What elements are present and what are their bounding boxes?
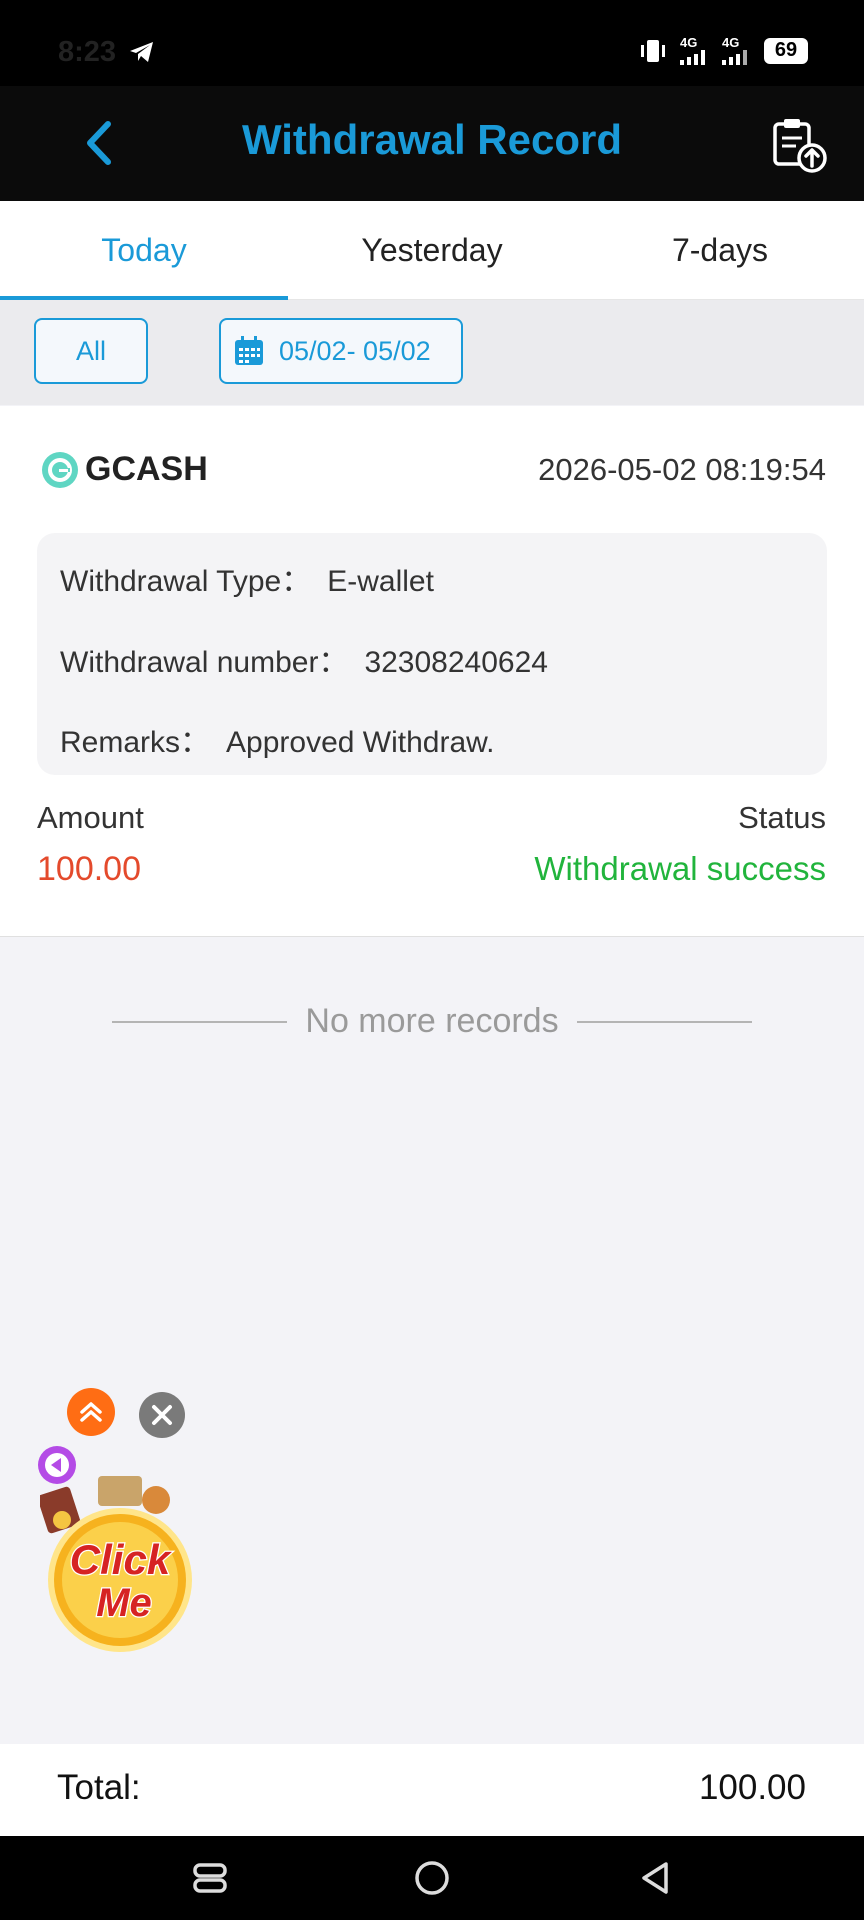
home-icon[interactable] bbox=[412, 1858, 452, 1898]
gcash-icon bbox=[42, 452, 78, 488]
network-label-2: 4G bbox=[722, 35, 740, 50]
list-end-indicator: No more records bbox=[0, 1002, 864, 1041]
remarks-label: Remarks： bbox=[60, 726, 211, 759]
date-range-label: 05/02- 05/02 bbox=[279, 335, 431, 366]
clipboard-upload-icon bbox=[773, 119, 827, 173]
withdrawal-type-value: E-wallet bbox=[327, 565, 434, 598]
withdrawal-type-label: Withdrawal Type： bbox=[60, 565, 312, 598]
back-nav-icon[interactable] bbox=[636, 1858, 676, 1898]
signal-2: 4G bbox=[722, 36, 752, 65]
status-time-text: 8:23 bbox=[58, 36, 117, 68]
promo-label-line1: Click bbox=[70, 1536, 173, 1583]
triangle-left-icon bbox=[45, 1453, 69, 1477]
tab-yesterday[interactable]: Yesterday bbox=[288, 201, 576, 299]
total-value: 100.00 bbox=[698, 1768, 806, 1807]
battery-level: 69 bbox=[774, 39, 798, 61]
system-nav-bar bbox=[0, 1836, 864, 1920]
payment-method-name: GCASH bbox=[85, 450, 208, 488]
amount-value: 100.00 bbox=[37, 850, 141, 888]
status-value: Withdrawal success bbox=[534, 850, 826, 887]
calendar-icon bbox=[235, 336, 263, 365]
remarks-value: Approved Withdraw. bbox=[226, 726, 495, 759]
signal-bars-icon bbox=[680, 50, 705, 65]
withdrawal-type-row: Withdrawal Type： E-wallet bbox=[60, 556, 434, 600]
amount-label: Amount bbox=[37, 800, 144, 835]
withdrawal-number-label: Withdrawal number： bbox=[60, 646, 349, 679]
status-time: 8:23 bbox=[58, 36, 156, 69]
record-datetime: 2026-05-02 08:19:54 bbox=[538, 452, 826, 487]
promo-collapse-button[interactable] bbox=[38, 1446, 76, 1484]
telegram-icon bbox=[130, 42, 154, 62]
tab-today[interactable]: Today bbox=[0, 201, 288, 300]
vibrate-icon bbox=[641, 39, 665, 62]
promo-label-line2: Me bbox=[96, 1581, 152, 1625]
network-label-1: 4G bbox=[680, 35, 698, 50]
signal-bars-icon bbox=[722, 50, 747, 65]
type-filter-button[interactable]: All bbox=[34, 318, 148, 384]
remarks-row: Remarks： Approved Withdraw. bbox=[60, 717, 494, 761]
type-filter-label: All bbox=[75, 335, 106, 366]
date-tabs: Today Yesterday 7-days bbox=[0, 201, 864, 300]
date-range-button[interactable]: 05/02- 05/02 bbox=[219, 318, 463, 384]
status-label: Status bbox=[738, 800, 826, 835]
status-icons: 4G 4G 69 bbox=[638, 36, 808, 65]
click-me-promo-button[interactable]: Click Me bbox=[37, 1468, 196, 1652]
withdrawal-number-row: Withdrawal number： 32308240624 bbox=[60, 637, 548, 681]
battery-icon: 69 bbox=[764, 37, 808, 64]
signal-1: 4G bbox=[680, 36, 710, 65]
no-more-records-text: No more records bbox=[305, 1002, 559, 1040]
divider-line bbox=[576, 1020, 752, 1023]
divider-line bbox=[112, 1020, 288, 1023]
page-title: Withdrawal Record bbox=[241, 116, 622, 163]
promo-expand-button[interactable] bbox=[67, 1388, 115, 1436]
export-record-button[interactable] bbox=[770, 116, 828, 174]
withdrawal-number-value: 32308240624 bbox=[364, 646, 548, 679]
total-label: Total: bbox=[57, 1768, 141, 1807]
recent-apps-icon[interactable] bbox=[190, 1858, 230, 1898]
close-icon bbox=[152, 1405, 172, 1425]
tab-7-days[interactable]: 7-days bbox=[576, 201, 864, 299]
promo-close-button[interactable] bbox=[139, 1392, 185, 1438]
double-chevron-up-icon bbox=[80, 1402, 102, 1422]
click-me-badge: Click Me bbox=[37, 1476, 192, 1652]
